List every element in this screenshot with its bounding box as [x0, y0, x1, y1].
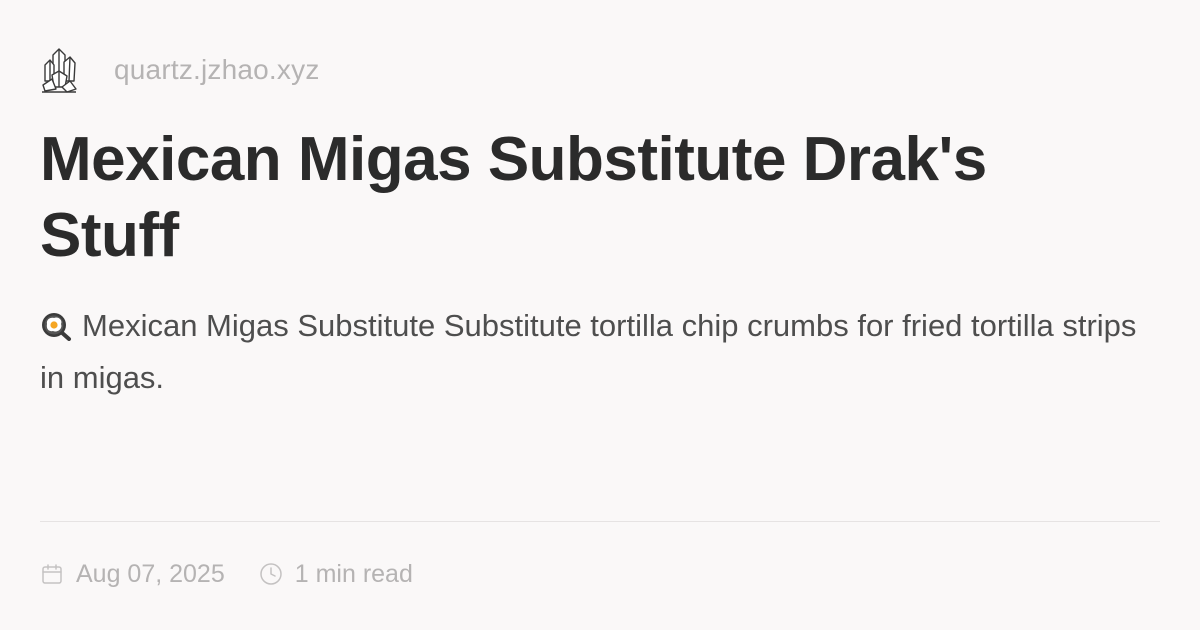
publish-date: Aug 07, 2025: [76, 559, 225, 588]
read-time: 1 min read: [294, 559, 413, 588]
clock-icon: [259, 561, 285, 587]
divider: [40, 521, 1160, 522]
crystal-icon[interactable]: [40, 40, 100, 100]
description-text: Mexican Migas Substitute Substitute tort…: [40, 308, 1137, 395]
page-title: Mexican Migas Substitute Drak's Stuff: [40, 125, 987, 270]
calendar-icon: [40, 561, 66, 587]
site-url[interactable]: quartz.jzhao.xyz: [114, 54, 320, 86]
site-header: quartz.jzhao.xyz: [40, 40, 320, 100]
page-description: Mexican Migas Substitute Substitute tort…: [40, 300, 1140, 404]
read-time-info: 1 min read: [259, 560, 413, 589]
date-info: Aug 07, 2025: [40, 560, 225, 589]
frying-pan-egg-icon: [40, 305, 72, 341]
page-meta: Aug 07, 2025 1 min read: [40, 552, 413, 596]
